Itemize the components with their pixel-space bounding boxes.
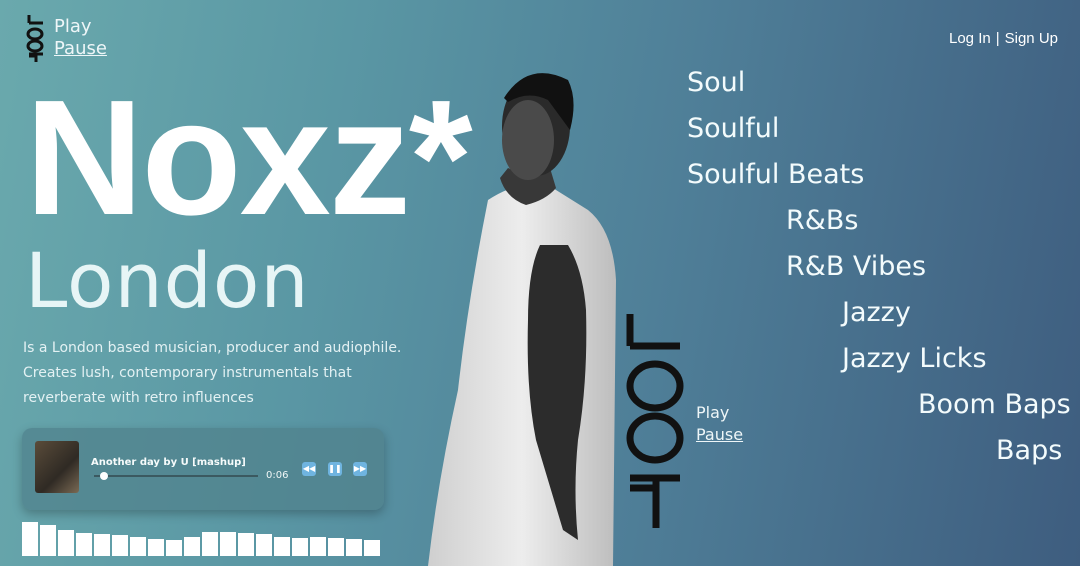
equalizer-bar: [40, 525, 56, 556]
equalizer-bar: [328, 538, 344, 556]
loop-logo-large[interactable]: [620, 308, 686, 532]
equalizer-bar: [148, 539, 164, 556]
header-playback: Play Pause: [54, 16, 107, 60]
header-pause-link[interactable]: Pause: [54, 38, 107, 60]
side-pause-link[interactable]: Pause: [696, 424, 743, 446]
artist-name: Noxz*: [25, 66, 473, 249]
equalizer-bar: [130, 537, 146, 556]
track-time: 0:06: [266, 470, 289, 481]
progress-knob[interactable]: [100, 472, 108, 480]
equalizer-bar: [256, 534, 272, 556]
header-play-link[interactable]: Play: [54, 16, 107, 38]
equalizer-bar: [58, 530, 74, 556]
login-link[interactable]: Log In: [949, 30, 991, 47]
equalizer-bar: [22, 522, 38, 556]
loop-logo-small[interactable]: [25, 12, 45, 64]
side-play-link[interactable]: Play: [696, 402, 743, 424]
artist-city: London: [25, 236, 310, 325]
album-cover: [35, 441, 79, 493]
equalizer-bar: [202, 532, 218, 556]
equalizer-bar: [292, 538, 308, 556]
genre-item[interactable]: Jazzy: [842, 297, 911, 329]
pause-icon[interactable]: ❚❚: [328, 462, 342, 476]
music-player: Another day by U [mashup] 0:06 ◀◀ ❚❚ ▶▶: [22, 428, 384, 510]
genre-item[interactable]: Soul: [687, 67, 745, 99]
track-title: Another day by U [mashup]: [91, 457, 246, 468]
equalizer: [22, 520, 384, 556]
artist-photo: [428, 73, 616, 566]
equalizer-bar: [112, 535, 128, 556]
genre-item[interactable]: Boom Baps: [918, 389, 1071, 421]
auth-links: Log In | Sign Up: [949, 30, 1058, 47]
genre-item[interactable]: Baps: [996, 435, 1062, 467]
auth-separator: |: [995, 30, 1000, 47]
equalizer-bar: [76, 533, 92, 556]
genre-item[interactable]: Jazzy Licks: [842, 343, 987, 375]
equalizer-bar: [184, 537, 200, 556]
equalizer-bar: [166, 540, 182, 556]
equalizer-bar: [364, 540, 380, 556]
equalizer-bar: [274, 537, 290, 556]
equalizer-bar: [220, 532, 236, 556]
rewind-icon[interactable]: ◀◀: [302, 462, 316, 476]
equalizer-bar: [346, 539, 362, 556]
equalizer-bar: [238, 533, 254, 556]
equalizer-bar: [94, 534, 110, 556]
genre-item[interactable]: R&Bs: [786, 205, 858, 237]
genre-item[interactable]: Soulful: [687, 113, 779, 145]
fast-forward-icon[interactable]: ▶▶: [353, 462, 367, 476]
genre-item[interactable]: R&B Vibes: [786, 251, 926, 283]
genre-item[interactable]: Soulful Beats: [687, 159, 864, 191]
equalizer-bar: [310, 537, 326, 556]
side-playback: Play Pause: [696, 402, 743, 446]
artist-bio: Is a London based musician, producer and…: [23, 340, 402, 406]
signup-link[interactable]: Sign Up: [1005, 30, 1058, 47]
progress-bar[interactable]: [94, 472, 258, 480]
